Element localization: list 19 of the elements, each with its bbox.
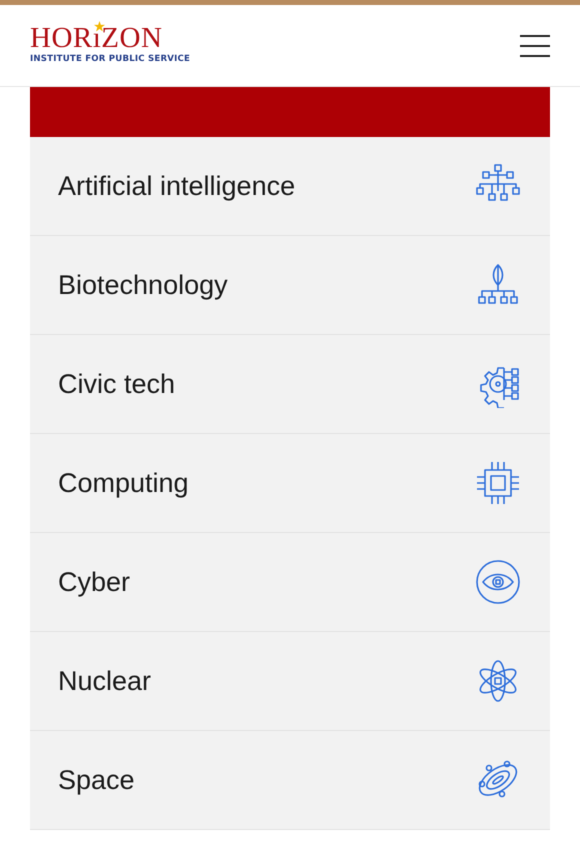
topic-label: Artificial intelligence bbox=[58, 170, 296, 202]
topic-item[interactable]: Cyber bbox=[30, 533, 550, 632]
topic-item[interactable]: Biotechnology bbox=[30, 236, 550, 335]
topic-label: Space bbox=[58, 764, 135, 796]
topic-item[interactable]: Civic tech bbox=[30, 335, 550, 434]
topic-item[interactable]: Computing bbox=[30, 434, 550, 533]
eye-icon bbox=[474, 558, 522, 606]
chip-icon bbox=[474, 459, 522, 507]
topic-item[interactable]: Artificial intelligence bbox=[30, 137, 550, 236]
topic-item[interactable]: Nuclear bbox=[30, 632, 550, 731]
topic-item[interactable]: Space bbox=[30, 731, 550, 830]
logo-tagline: INSTITUTE FOR PUBLIC SERVICE bbox=[30, 54, 190, 64]
topic-label: Civic tech bbox=[58, 368, 176, 400]
topic-label: Nuclear bbox=[58, 666, 152, 696]
menu-icon[interactable] bbox=[520, 34, 550, 56]
topic-label: Biotechnology bbox=[58, 270, 228, 300]
topic-label: Cyber bbox=[58, 566, 130, 598]
logo-wordmark[interactable]: HORıZON bbox=[30, 24, 162, 52]
topic-label: Computing bbox=[58, 468, 189, 498]
